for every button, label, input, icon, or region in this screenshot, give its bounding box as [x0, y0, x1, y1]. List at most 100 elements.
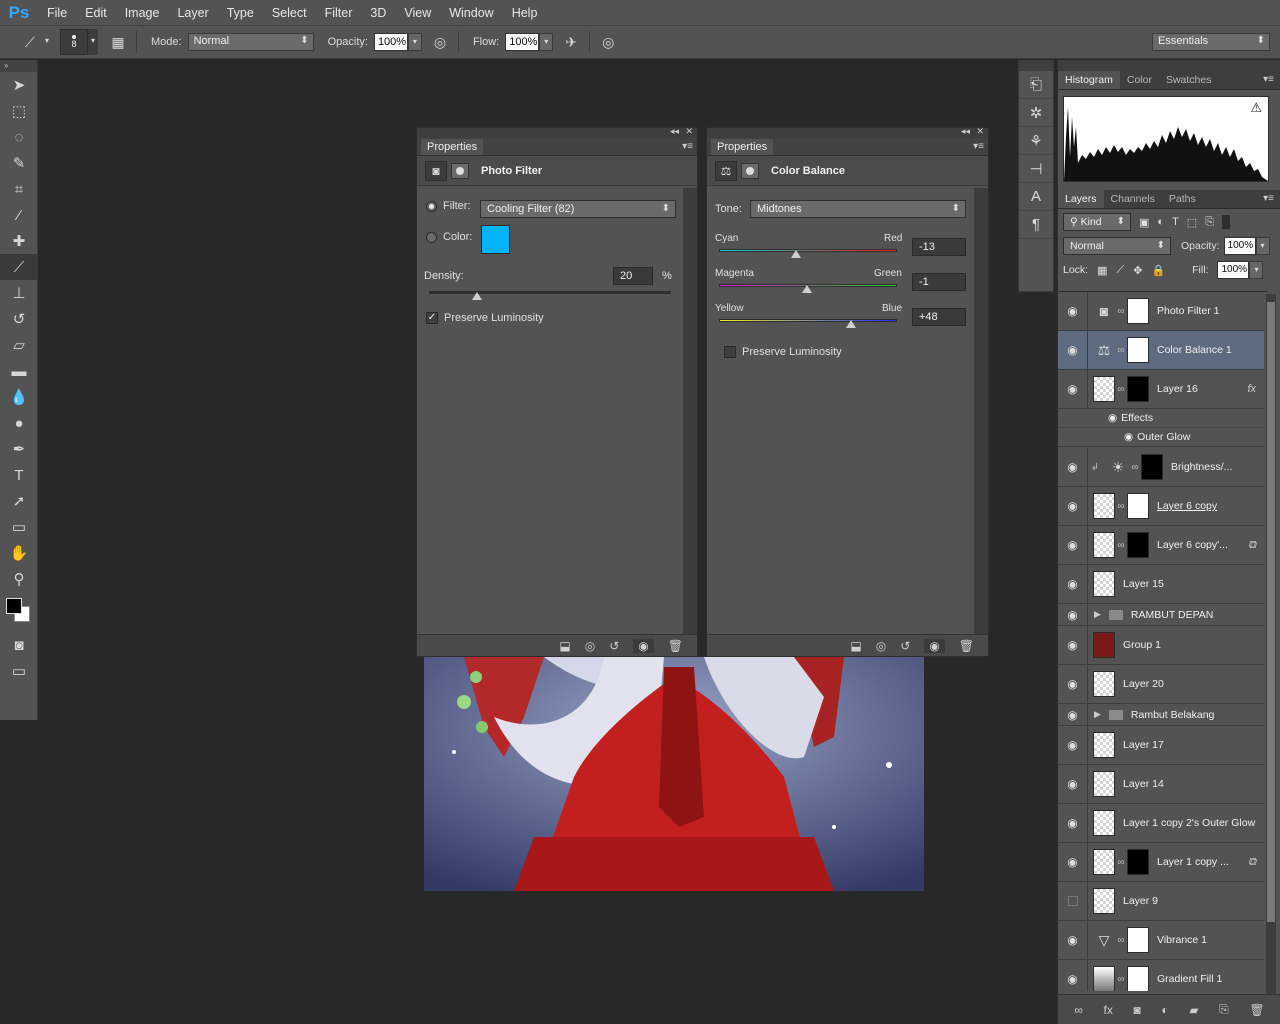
link-layers-icon[interactable]: ∞	[1074, 1003, 1083, 1017]
crop-tool-icon[interactable]: ⌗	[0, 176, 38, 202]
filter-color-swatch[interactable]	[481, 225, 510, 254]
layer-row[interactable]: ◉ Layer 17	[1058, 726, 1264, 765]
view-previous-icon[interactable]: ◎	[585, 639, 595, 653]
move-tool-icon[interactable]: ➤	[0, 72, 38, 98]
add-mask-icon[interactable]: ◙	[1134, 1003, 1141, 1017]
visibility-icon[interactable]: ◉	[924, 638, 945, 653]
layer-opacity-dropdown[interactable]: ▾	[1255, 237, 1270, 255]
layer-mask-thumbnail[interactable]	[1127, 849, 1149, 875]
type-filter-icon[interactable]: T	[1172, 216, 1179, 228]
eye-icon[interactable]: ◉	[1058, 292, 1088, 330]
brush-panel-icon[interactable]: ⚘	[1019, 127, 1053, 155]
brush-size-dropdown[interactable]: ▾	[88, 29, 98, 55]
layer-mask-thumbnail[interactable]	[1127, 376, 1149, 402]
filter-kind-select[interactable]: ⚲ Kind	[1063, 213, 1131, 231]
lock-all-icon[interactable]: 🔒	[1151, 264, 1165, 277]
blend-mode-select[interactable]: Normal	[1063, 237, 1171, 255]
layer-mask-thumbnail[interactable]	[1141, 454, 1163, 480]
layer-row[interactable]: ◉ ◙ ∞ Photo Filter 1	[1058, 292, 1264, 331]
menu-view[interactable]: View	[395, 6, 440, 20]
menu-3d[interactable]: 3D	[361, 6, 395, 20]
fill-dropdown[interactable]: ▾	[1249, 261, 1264, 279]
effect-row[interactable]: ◉ Outer Glow	[1058, 428, 1264, 447]
new-layer-icon[interactable]: ⎘	[1219, 1002, 1229, 1017]
flow-dropdown[interactable]: ▾	[539, 33, 554, 51]
delete-layer-icon[interactable]: 🗑	[1249, 1003, 1264, 1017]
brush-preset-icon[interactable]: ⟋	[18, 30, 42, 54]
eye-icon[interactable]: ◉	[1058, 726, 1088, 764]
lock-transparent-icon[interactable]: ▦	[1097, 264, 1107, 277]
menu-select[interactable]: Select	[263, 6, 316, 20]
preserve-luminosity-checkbox[interactable]: ✓	[426, 312, 438, 324]
color-swatches[interactable]	[0, 592, 37, 632]
magenta-green-slider-thumb[interactable]	[802, 285, 813, 293]
tab-swatches[interactable]: Swatches	[1159, 71, 1219, 89]
clip-to-layer-icon[interactable]: ⬓	[850, 639, 861, 653]
chevron-down-icon[interactable]: ▾	[42, 33, 52, 51]
dodge-tool-icon[interactable]: ●	[0, 410, 38, 436]
visibility-toggle-empty[interactable]	[1058, 882, 1088, 920]
layer-mask-thumbnail[interactable]	[1127, 493, 1149, 519]
layer-row[interactable]: ◉ ↲ ☀ ∞ Brightness/...	[1058, 448, 1264, 487]
expand-arrow-icon[interactable]: ▶	[1094, 609, 1101, 620]
clip-to-layer-icon[interactable]: ⬓	[559, 639, 570, 653]
effects-row[interactable]: ◉ Effects	[1058, 409, 1264, 428]
zoom-tool-icon[interactable]: ⚲	[0, 566, 38, 592]
gradient-tool-icon[interactable]: ▬	[0, 358, 38, 384]
new-group-icon[interactable]: ▰	[1189, 1003, 1198, 1017]
quick-select-tool-icon[interactable]: ✎	[0, 150, 38, 176]
reset-icon[interactable]: ↺	[609, 639, 619, 653]
eye-icon[interactable]: ◉	[1058, 370, 1088, 408]
preserve-luminosity-checkbox[interactable]	[724, 346, 736, 358]
lock-position-icon[interactable]: ✥	[1133, 264, 1142, 277]
menu-image[interactable]: Image	[116, 6, 169, 20]
layer-row[interactable]: ◉ Layer 14	[1058, 765, 1264, 804]
group-row[interactable]: ◉ ▶ RAMBUT DEPAN	[1058, 604, 1264, 626]
eye-icon[interactable]: ◉	[1058, 626, 1088, 664]
eye-icon[interactable]: ◉	[1058, 921, 1088, 959]
balance-scale-icon[interactable]: ⚖	[715, 160, 737, 181]
mode-select[interactable]: Normal	[187, 33, 314, 51]
filter-select[interactable]: Cooling Filter (82)	[480, 200, 676, 218]
tab-channels[interactable]: Channels	[1104, 190, 1162, 208]
eye-icon[interactable]: ◉	[1058, 448, 1088, 486]
tab-histogram[interactable]: Histogram	[1058, 71, 1120, 89]
layer-row[interactable]: ◉ ∞ Layer 6 copy'... ⧉	[1058, 526, 1264, 565]
tab-color[interactable]: Color	[1120, 71, 1159, 89]
pen-tool-icon[interactable]: ✒	[0, 436, 38, 462]
visibility-icon[interactable]: ◉	[633, 638, 654, 653]
magenta-green-field[interactable]: -1	[912, 273, 966, 291]
filter-radio[interactable]	[426, 200, 437, 212]
blur-tool-icon[interactable]: 💧	[0, 384, 38, 410]
panel-scrollbar[interactable]	[974, 188, 988, 634]
tool-presets-icon[interactable]: ⊣	[1019, 155, 1053, 183]
properties-tab[interactable]: Properties	[711, 138, 774, 155]
density-slider-track[interactable]	[429, 291, 671, 294]
tab-layers[interactable]: Layers	[1058, 190, 1104, 208]
eye-icon[interactable]: ◉	[1058, 843, 1088, 881]
navigator-icon[interactable]: ✲	[1019, 99, 1053, 127]
layers-scrollbar[interactable]	[1266, 294, 1276, 994]
group-row[interactable]: ◉ ▶ Rambut Belakang	[1058, 704, 1264, 726]
layer-row[interactable]: ◉ Layer 1 copy 2's Outer Glow	[1058, 804, 1264, 843]
panel-collapse-icon[interactable]: »	[0, 60, 37, 72]
cyan-red-slider-thumb[interactable]	[791, 250, 802, 258]
delete-icon[interactable]: 🗑	[668, 639, 683, 653]
lasso-tool-icon[interactable]: ◌	[0, 124, 38, 150]
tone-select[interactable]: Midtones	[750, 200, 966, 218]
quick-mask-icon[interactable]: ◙	[0, 632, 38, 658]
brush-size-picker[interactable]: 8	[60, 29, 88, 55]
delete-icon[interactable]: 🗑	[959, 639, 974, 653]
layer-mask-thumbnail[interactable]	[1127, 532, 1149, 558]
lock-pixels-icon[interactable]: ⟋	[1117, 264, 1125, 277]
color-radio[interactable]	[426, 231, 437, 243]
airbrush-icon[interactable]: ✈	[559, 30, 583, 54]
paragraph-panel-icon[interactable]: ¶	[1019, 211, 1053, 239]
cyan-red-slider-track[interactable]	[719, 249, 897, 252]
menu-help[interactable]: Help	[503, 6, 547, 20]
brush-panel-toggle-icon[interactable]: ▦	[106, 30, 130, 54]
layer-mask-thumbnail[interactable]	[1127, 337, 1149, 363]
layer-row[interactable]: ◉ ∞ Gradient Fill 1	[1058, 960, 1264, 991]
layer-row[interactable]: ◉ Group 1	[1058, 626, 1264, 665]
scrollbar-thumb[interactable]	[1267, 302, 1275, 922]
